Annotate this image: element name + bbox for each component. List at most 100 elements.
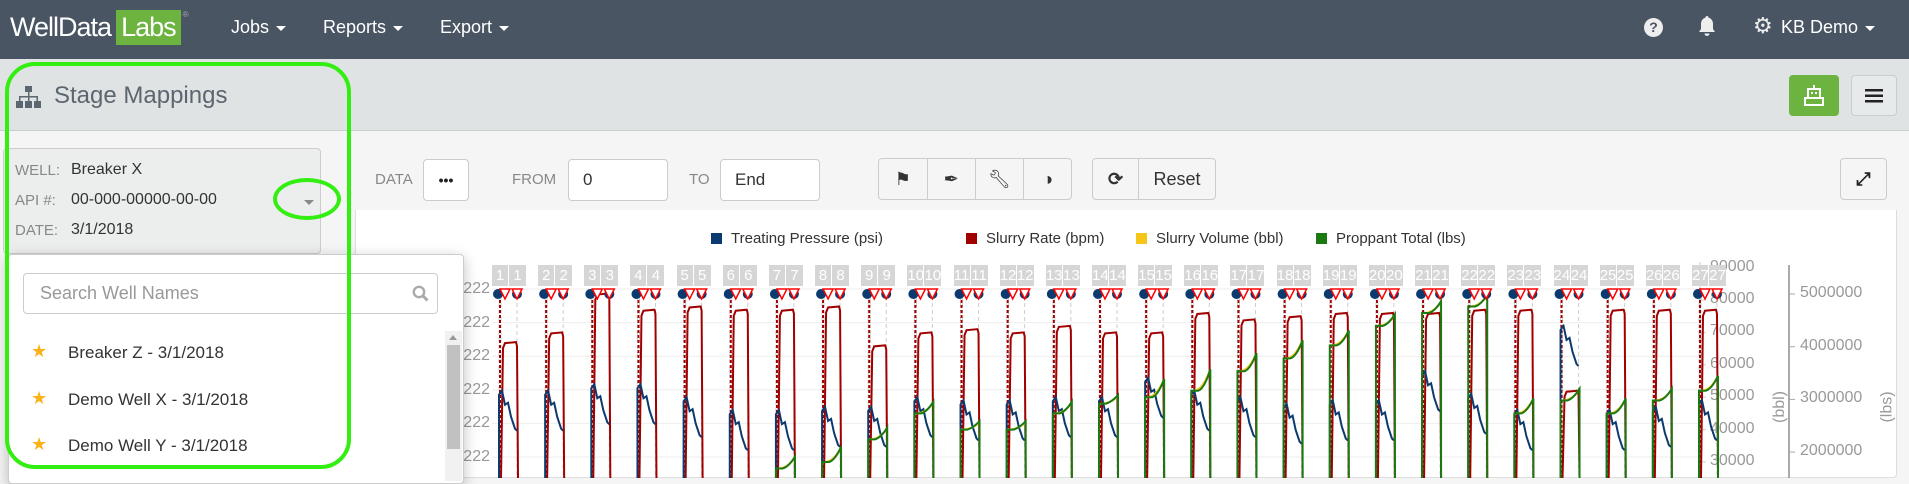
bell-icon[interactable] [1698,15,1716,37]
stage-start-tag[interactable]: 16 [1184,265,1201,286]
contrast-button[interactable]: ◑ [1024,159,1071,199]
scrollbar[interactable] [445,331,462,481]
star-icon: ★ [31,388,48,408]
from-input[interactable]: 0 [568,159,668,201]
stage-end-tag[interactable]: 19 [1339,265,1357,286]
nav-jobs-menu[interactable]: Jobs [231,17,287,38]
gear-icon[interactable]: ⚙ [1753,13,1773,39]
stage-end-tag[interactable]: 20 [1385,265,1403,286]
stage-end-tag[interactable]: 6 [739,265,757,286]
wrench-button[interactable]: 🔧︎ [976,159,1025,199]
left-axis-tick: 222 [463,380,490,398]
stage-end-tag[interactable]: 15 [1155,265,1173,286]
stage-end-tag[interactable]: 3 [601,265,619,286]
stage-start-tag[interactable]: 18 [1276,265,1293,286]
caret-down-icon [1865,25,1876,31]
nav-reports-menu[interactable]: Reports [323,17,404,38]
stage-end-tag[interactable]: 24 [1570,265,1588,286]
legend-swatch [1316,233,1327,244]
scrollbar-thumb[interactable] [447,345,460,449]
stage-end-tag[interactable]: 23 [1524,265,1542,286]
scroll-up-arrow-icon[interactable] [449,335,457,340]
eyedropper-button[interactable]: ✒ [928,159,976,199]
stage-start-tag[interactable]: 26 [1645,265,1662,286]
user-menu[interactable]: KB Demo [1781,17,1876,38]
stage-start-tag[interactable]: 14 [1092,265,1108,286]
stage-start-tag[interactable]: 7 [768,265,785,286]
stage-end-tag[interactable]: 4 [647,265,665,286]
legend-swatch [711,233,722,244]
legend-proppant-total[interactable]: Proppant Total (lbs) [1316,230,1466,247]
well-list-item[interactable]: ★ Demo Well Y - 3/1/2018 [9,428,439,468]
star-icon: ★ [31,341,48,361]
stage-start-tag[interactable]: 10 [907,265,924,286]
stage-start-tag[interactable]: 22 [1461,265,1478,286]
stage-start-tag[interactable]: 25 [1599,265,1616,286]
menu-button[interactable] [1851,75,1897,116]
stage-end-tag[interactable]: 7 [785,265,803,286]
refresh-button[interactable]: ⟳ [1093,159,1139,199]
stage-start-tag[interactable]: 27 [1692,265,1708,286]
stage-end-tag[interactable]: 16 [1201,265,1219,286]
dropdown-caret-icon[interactable] [304,200,314,205]
stage-start-tag[interactable]: 11 [953,265,970,286]
stage-start-tag[interactable]: 20 [1368,265,1385,286]
stage-end-tag[interactable]: 10 [924,265,942,286]
legend-treating-pressure[interactable]: Treating Pressure (psi) [711,230,883,247]
well-list-item[interactable]: ★ Demo Well X - 3/1/2018 [9,382,439,422]
stage-start-tag[interactable]: 13 [1045,265,1062,286]
search-well-input[interactable]: Search Well Names [23,273,438,314]
stage-end-tag[interactable]: 9 [878,265,896,286]
stage-start-tag[interactable]: 17 [1230,265,1247,286]
flag-button[interactable]: ⚑ [879,159,928,199]
stage-start-tag[interactable]: 8 [815,265,832,286]
stage-start-tag[interactable]: 15 [1138,265,1155,286]
reset-button[interactable]: Reset [1139,159,1215,199]
stage-end-tag[interactable]: 22 [1478,265,1496,286]
stage-start-tag[interactable]: 2 [538,265,555,286]
stage-end-tag[interactable]: 25 [1616,265,1634,286]
stage-end-tag[interactable]: 11 [970,265,988,286]
stage-end-tag[interactable]: 5 [693,265,711,286]
stage-start-tag[interactable]: 9 [861,265,878,286]
stage-end-tag[interactable]: 14 [1109,265,1126,286]
stage-end-tag[interactable]: 2 [555,265,573,286]
stage-start-tag[interactable]: 24 [1553,265,1570,286]
bbl-axis-tick: 50000 [1710,387,1755,405]
data-options-button[interactable]: ••• [423,159,469,201]
stage-end-tag[interactable]: 18 [1293,265,1311,286]
stage-start-tag[interactable]: 5 [676,265,693,286]
stage-start-tag[interactable]: 12 [999,265,1016,286]
nav-export-menu[interactable]: Export [440,17,510,38]
stage-start-tag[interactable]: 23 [1507,265,1524,286]
help-icon[interactable]: ? [1644,18,1663,37]
robot-button[interactable] [1789,75,1839,116]
stage-end-tag[interactable]: 12 [1016,265,1034,286]
stage-end-tag[interactable]: 26 [1662,265,1680,286]
legend-slurry-volume[interactable]: Slurry Volume (bbl) [1136,230,1284,247]
expand-button[interactable]: ⤢ [1840,158,1887,200]
stage-end-tag[interactable]: 13 [1062,265,1080,286]
stage-start-tag[interactable]: 1 [492,265,508,286]
well-dropdown: Search Well Names ★ Breaker Z - 3/1/2018 … [8,254,464,484]
to-label: TO [689,171,710,188]
welldatalabs-logo[interactable]: Well Data Labs ® [10,10,189,45]
stage-end-tag[interactable]: 1 [509,265,526,286]
well-item-label: Demo Well Y - 3/1/2018 [68,436,248,455]
stage-end-tag[interactable]: 17 [1247,265,1265,286]
to-input[interactable]: End [720,159,820,201]
stage-start-tag[interactable]: 19 [1322,265,1339,286]
well-list-item[interactable]: ★ Breaker Z - 3/1/2018 [9,335,439,375]
wrench-icon: 🔧︎ [987,168,1011,189]
well-selector[interactable]: WELL: Breaker X API #: 00-000-00000-00-0… [3,148,321,254]
left-axis-tick: 222 [463,347,490,365]
legend-slurry-rate[interactable]: Slurry Rate (bpm) [966,230,1104,247]
robot-icon [1804,84,1824,106]
stage-end-tag[interactable]: 8 [832,265,850,286]
stage-start-tag[interactable]: 21 [1415,265,1432,286]
stage-end-tag[interactable]: 21 [1432,265,1450,286]
stage-end-tag[interactable]: 27 [1709,265,1726,286]
stage-start-tag[interactable]: 4 [630,265,647,286]
stage-start-tag[interactable]: 3 [584,265,601,286]
stage-start-tag[interactable]: 6 [722,265,739,286]
